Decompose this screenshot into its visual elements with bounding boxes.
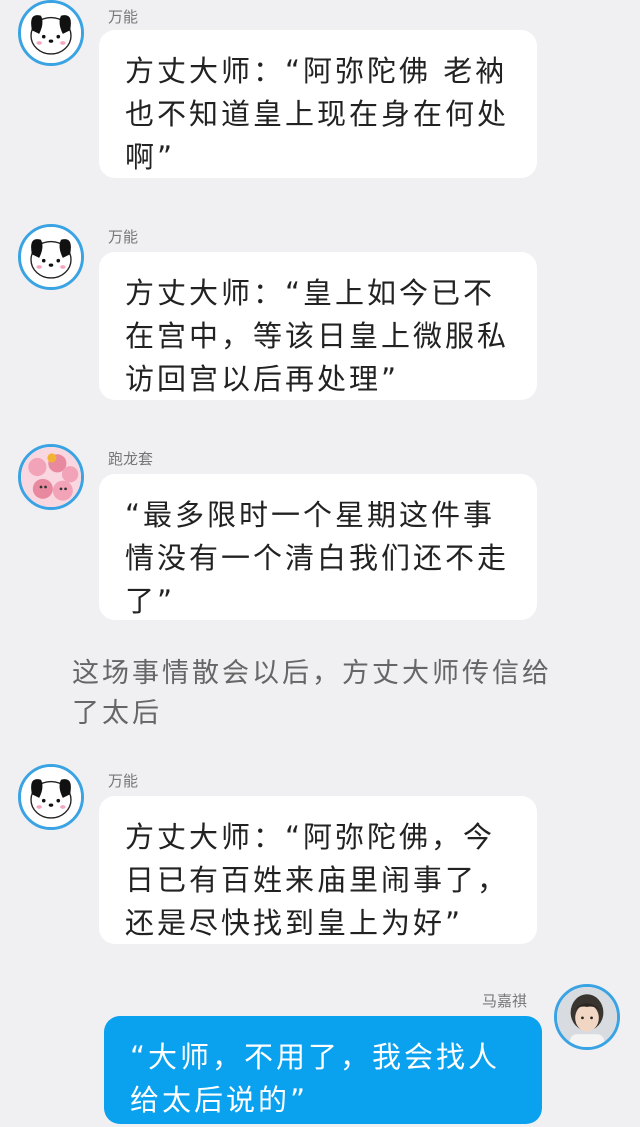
pochacco-avatar-icon[interactable] xyxy=(18,0,84,66)
message-bubble[interactable]: “最多限时一个星期这件事情没有一个清白我们还不走了” xyxy=(99,474,537,620)
sender-name: 万能 xyxy=(108,8,139,26)
sender-name: 万能 xyxy=(108,772,139,790)
narration-text: 这场事情散会以后，方丈大师传信给了太后 xyxy=(72,658,552,729)
person-photo-avatar-icon[interactable] xyxy=(554,984,620,1050)
pink-bears-avatar-icon[interactable] xyxy=(18,444,84,510)
sender-name: 万能 xyxy=(108,228,139,246)
pochacco-avatar-icon[interactable] xyxy=(18,764,84,830)
message-bubble[interactable]: 方丈大师：“阿弥陀佛 老衲也不知道皇上现在身在何处啊” xyxy=(99,30,537,178)
pochacco-avatar-icon[interactable] xyxy=(18,224,84,290)
message-bubble[interactable]: 方丈大师：“阿弥陀佛，今日已有百姓来庙里闹事了，还是尽快找到皇上为好” xyxy=(99,796,537,944)
sender-name: 马嘉祺 xyxy=(482,992,528,1010)
sender-name: 跑龙套 xyxy=(108,450,154,468)
message-bubble[interactable]: “大师，不用了，我会找人给太后说的” xyxy=(104,1016,542,1124)
message-bubble[interactable]: 方丈大师：“皇上如今已不在宫中，等该日皇上微服私访回宫以后再处理” xyxy=(99,252,537,400)
